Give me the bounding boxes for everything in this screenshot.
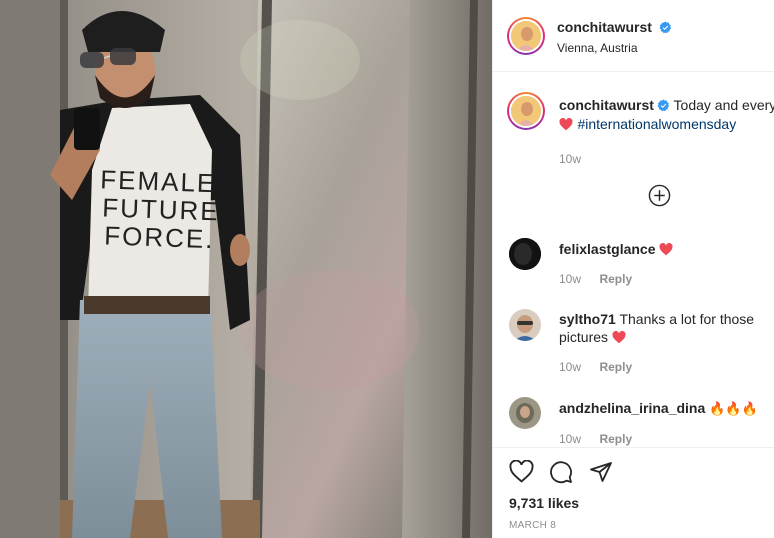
comment-body: felixlastglance 10w Reply [559,240,769,288]
post-date[interactable]: MARCH 8 [509,520,556,531]
verified-badge-icon [657,99,669,112]
comment-icon [550,461,572,484]
paper-plane-icon [590,462,612,482]
comment-time[interactable]: 10w [559,272,581,286]
load-more-comments-button[interactable] [648,184,671,207]
commenter-avatar[interactable] [509,397,541,429]
reply-button[interactable]: Reply [599,432,632,446]
post-header: conchitawurst Vienna, Austria [493,0,774,72]
red-heart-icon [612,331,626,344]
fire-emoji-icon: 🔥🔥🔥 [709,401,758,416]
post-location[interactable]: Vienna, Austria [557,41,672,55]
reply-button[interactable]: Reply [599,272,632,286]
author-info: conchitawurst Vienna, Austria [557,19,672,55]
caption-avatar[interactable] [507,92,545,130]
verified-badge-icon [659,21,672,34]
commenter-avatar[interactable] [509,238,541,270]
comment-body: syltho71 Thanks a lot for those pictures… [559,310,771,376]
plus-circle-icon [648,184,671,207]
comment-time[interactable]: 10w [559,432,581,446]
caption-hashtag[interactable]: #internationalwomensday [577,116,736,132]
red-heart-icon [659,243,673,256]
heart-outline-icon [509,459,534,483]
comment-username[interactable]: felixlastglance [559,241,656,257]
shirt-text-line-3: FORCE. [104,220,215,254]
reply-button[interactable]: Reply [599,360,632,374]
post-image: FEMALE FUTURE FORCE. [0,0,492,538]
caption-username[interactable]: conchitawurst [559,97,654,113]
comment-username[interactable]: andzhelina_irina_dina [559,400,705,416]
post-side-panel: conchitawurst Vienna, Austria conchitawu… [492,0,774,538]
comment-username[interactable]: syltho71 [559,311,616,327]
red-heart-icon [559,118,573,131]
comment-time[interactable]: 10w [559,360,581,374]
caption-text: Today and every D [673,97,774,113]
comment-body: andzhelina_irina_dina 🔥🔥🔥 10w Reply [559,399,773,448]
like-button[interactable] [509,459,535,484]
author-avatar[interactable] [507,17,545,55]
comment-button[interactable] [549,460,575,484]
caption-time[interactable]: 10w [559,152,774,166]
caption: conchitawurst Today and every D #interna… [559,97,774,166]
actions-divider [493,447,774,448]
commenter-avatar[interactable] [509,309,541,341]
share-button[interactable] [589,460,615,484]
author-username[interactable]: conchitawurst [557,19,652,35]
likes-count[interactable]: 9,731 likes [509,495,579,511]
post-photo[interactable]: FEMALE FUTURE FORCE. [0,0,492,538]
